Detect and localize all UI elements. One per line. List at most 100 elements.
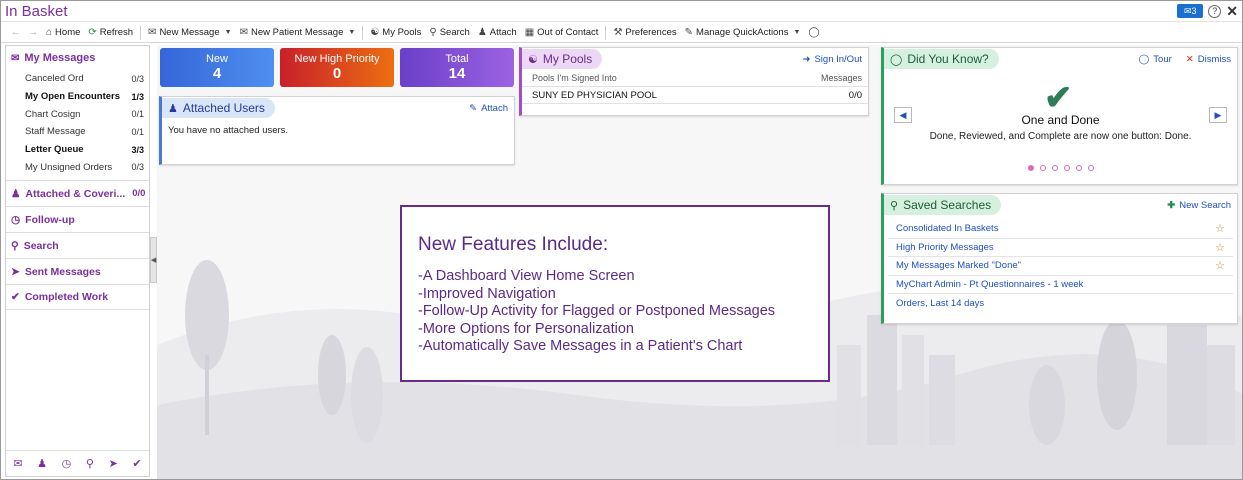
chevron-down-icon[interactable]: ▼ — [225, 29, 232, 36]
sidebar-item-my-unsigned-orders[interactable]: My Unsigned Orders 0/3 — [6, 158, 149, 176]
follow-up-icon[interactable]: ◷ — [62, 457, 72, 470]
my-messages-header[interactable]: ✉ My Messages — [6, 46, 149, 70]
forward-icon[interactable]: → — [25, 24, 43, 42]
callout-line: -Follow-Up Activity for Flagged or Postp… — [418, 303, 776, 319]
card-title-pill: ◯ Did You Know? — [884, 49, 999, 69]
sign-in-icon: ➜ — [802, 53, 811, 65]
saved-search-item[interactable]: My Messages Marked "Done" ☆ — [888, 257, 1233, 276]
saved-search-item[interactable]: High Priority Messages ☆ — [888, 239, 1233, 257]
manage-quickactions-button[interactable]: ✎ Manage QuickActions ▼ — [681, 24, 805, 42]
carousel-dot[interactable] — [1027, 165, 1034, 171]
preferences-button[interactable]: ⚒ Preferences — [609, 24, 680, 42]
attached-users-icon[interactable]: ♟ — [37, 457, 47, 470]
search-icon: ⚲ — [429, 27, 437, 38]
star-icon[interactable]: ☆ — [1215, 241, 1225, 254]
new-messages-tile[interactable]: New 4 — [160, 48, 274, 87]
search-icon: ⚲ — [11, 239, 19, 252]
empty-state-text: You have no attached users. — [168, 125, 289, 136]
preferences-label: Preferences — [625, 27, 677, 38]
close-icon[interactable]: ✕ — [1226, 4, 1238, 18]
card-header: ☯ My Pools ➜ Sign In/Out — [522, 48, 868, 70]
help-icon[interactable]: ? — [1208, 4, 1222, 18]
sidebar-item-canceled-ord[interactable]: Canceled Ord 0/3 — [6, 70, 149, 88]
sign-in-out-link[interactable]: ➜ Sign In/Out — [803, 54, 863, 65]
tile-value: 0 — [332, 65, 342, 82]
sidebar-item-count: 1/3 — [131, 91, 144, 102]
inbox-icon: ✉ — [11, 52, 20, 64]
tour-link[interactable]: ◯ Tour — [1139, 54, 1172, 65]
carousel-dot[interactable] — [1063, 165, 1070, 171]
inbox-icon[interactable]: ✉ — [13, 457, 22, 470]
sidebar-section-search[interactable]: ⚲ Search — [6, 232, 149, 258]
sent-messages-label: Sent Messages — [24, 265, 101, 278]
card-title-pill: ♟ Attached Users — [162, 98, 275, 118]
sidebar-item-staff-message[interactable]: Staff Message 0/1 — [6, 123, 149, 141]
sidebar-item-label: My Open Encounters — [25, 91, 121, 103]
new-patient-message-button[interactable]: ✉ New Patient Message ▼ — [236, 24, 360, 42]
dismiss-link[interactable]: ✕ Dismiss — [1186, 54, 1231, 65]
new-message-icon: ✉ — [148, 27, 157, 38]
star-icon[interactable]: ☆ — [1215, 259, 1225, 272]
pool-messages: 0/0 — [848, 89, 862, 101]
next-tip-icon[interactable]: ▶ — [1209, 107, 1227, 123]
card-title: Saved Searches — [903, 198, 992, 212]
carousel-dot[interactable] — [1075, 165, 1082, 171]
sidebar-section-completed-work[interactable]: ✔ Completed Work — [6, 284, 149, 311]
out-of-contact-button[interactable]: ▦ Out of Contact — [521, 24, 603, 42]
send-icon[interactable]: ➤ — [109, 457, 118, 470]
sidebar-item-count: 0/1 — [131, 109, 144, 120]
tile-value: 4 — [212, 65, 222, 82]
column-header: Pools I'm Signed Into — [532, 73, 617, 83]
sidebar-item-my-open-encounters[interactable]: My Open Encounters 1/3 — [6, 88, 149, 106]
callout-line: -Improved Navigation — [418, 285, 556, 302]
search-icon[interactable]: ⚲ — [86, 457, 94, 470]
card-header: ◯ Did You Know? ◯ Tour ✕ Dismiss — [884, 48, 1237, 70]
total-messages-tile[interactable]: Total 14 — [400, 48, 514, 87]
new-search-link[interactable]: ✚ New Search — [1167, 200, 1231, 211]
saved-search-item[interactable]: MyChart Admin - Pt Questionnaires - 1 we… — [888, 276, 1233, 294]
lightbulb-icon[interactable]: ◯ — [804, 24, 823, 42]
sidebar-item-label: My Unsigned Orders — [25, 161, 113, 173]
saved-search-item[interactable]: Orders, Last 14 days — [888, 294, 1233, 313]
saved-search-label: Consolidated In Baskets — [896, 223, 999, 235]
back-icon[interactable]: ← — [7, 24, 25, 42]
sidebar-section-sent-messages[interactable]: ➤ Sent Messages — [6, 258, 149, 284]
sidebar-item-label: Staff Message — [25, 126, 86, 138]
sidebar-item-chart-cosign[interactable]: Chart Cosign 0/1 — [6, 105, 149, 123]
completed-work-label: Completed Work — [24, 291, 109, 304]
home-button[interactable]: ⌂ Home — [42, 24, 84, 42]
callout-line: -Automatically Save Messages in a Patien… — [418, 338, 743, 354]
search-button[interactable]: ⚲ Search — [425, 24, 473, 42]
follow-up-label: Follow-up — [25, 213, 75, 226]
sidebar-section-attached-covering[interactable]: ♟ Attached & Coveri... 0/0 — [6, 180, 149, 206]
chevron-down-icon[interactable]: ▼ — [793, 29, 800, 36]
new-message-button[interactable]: ✉ New Message ▼ — [144, 24, 236, 42]
saved-search-item[interactable]: Consolidated In Baskets ☆ — [888, 220, 1233, 239]
chevron-down-icon[interactable]: ▼ — [348, 29, 355, 36]
tip-description: Done, Reviewed, and Complete are now one… — [929, 131, 1192, 142]
new-patient-message-label: New Patient Message — [250, 27, 344, 38]
sidebar-item-letter-queue[interactable]: Letter Queue 3/3 — [6, 141, 149, 159]
tile-value: 14 — [448, 65, 466, 82]
attach-link[interactable]: ✎ Attach — [469, 103, 508, 114]
notification-badge-icon[interactable]: ✉ 3 — [1177, 4, 1204, 18]
toolbar-divider — [362, 25, 364, 40]
refresh-label: Refresh — [99, 27, 134, 38]
previous-tip-icon[interactable]: ◀ — [894, 107, 912, 123]
checkmark-icon[interactable]: ✔ — [132, 457, 141, 470]
attached-users-icon: ♟ — [168, 102, 178, 115]
attach-icon: ♟ — [477, 27, 487, 38]
sidebar-item-label: Chart Cosign — [25, 108, 81, 120]
carousel-dot[interactable] — [1039, 165, 1046, 171]
refresh-button[interactable]: ⟳ Refresh — [84, 24, 137, 42]
collapse-sidebar-handle[interactable]: ◀ — [150, 237, 157, 283]
high-priority-tile[interactable]: New High Priority 0 — [280, 48, 394, 87]
sidebar-section-follow-up[interactable]: ◷ Follow-up — [6, 206, 149, 232]
attach-button[interactable]: ♟ Attach — [474, 24, 521, 42]
star-icon[interactable]: ☆ — [1215, 222, 1225, 235]
table-row[interactable]: SUNY ED PHYSICIAN POOL 0/0 — [522, 87, 868, 104]
my-pools-button[interactable]: ☯ My Pools — [366, 24, 425, 42]
pen-icon: ✎ — [684, 27, 694, 38]
carousel-dot[interactable] — [1087, 165, 1094, 171]
carousel-dot[interactable] — [1051, 165, 1058, 171]
